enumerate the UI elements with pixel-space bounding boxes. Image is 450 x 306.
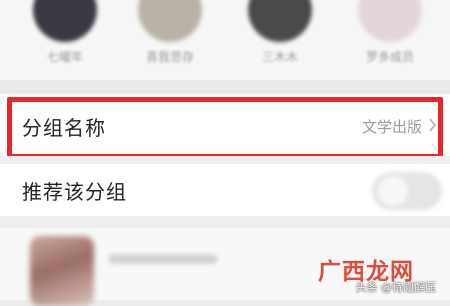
avatar xyxy=(138,0,202,42)
group-members-strip: 七曜年 喜我思存 三木木 罗多成员 xyxy=(0,0,450,80)
member-name: 三木木 xyxy=(261,50,298,64)
recommend-toggle[interactable] xyxy=(372,172,442,210)
toggle-knob xyxy=(378,176,408,206)
member-name: 七曜年 xyxy=(46,50,83,64)
member-name: 罗多成员 xyxy=(365,50,414,64)
section-gap xyxy=(0,156,450,164)
member-item[interactable]: 喜我思存 xyxy=(125,0,215,80)
list-item-avatar[interactable] xyxy=(30,236,94,306)
chevron-right-icon xyxy=(429,118,437,132)
avatar xyxy=(358,0,422,42)
avatar xyxy=(33,0,97,42)
recommend-group-row: 推荐该分组 xyxy=(0,164,450,216)
section-gap xyxy=(0,80,450,94)
group-name-value: 文学出版 xyxy=(361,118,422,136)
list-item-text xyxy=(108,254,218,264)
group-name-label: 分组名称 xyxy=(22,116,106,140)
source-watermark: 头条 @待剐解压 xyxy=(355,281,437,294)
section-gap xyxy=(0,216,450,228)
member-item[interactable]: 罗多成员 xyxy=(345,0,435,80)
group-name-row[interactable]: 分组名称 文学出版 xyxy=(0,94,450,156)
recommend-group-label: 推荐该分组 xyxy=(22,180,127,204)
avatar xyxy=(248,0,312,42)
member-item[interactable]: 七曜年 xyxy=(20,0,110,80)
member-item[interactable]: 三木木 xyxy=(235,0,325,80)
member-name: 喜我思存 xyxy=(145,50,194,64)
